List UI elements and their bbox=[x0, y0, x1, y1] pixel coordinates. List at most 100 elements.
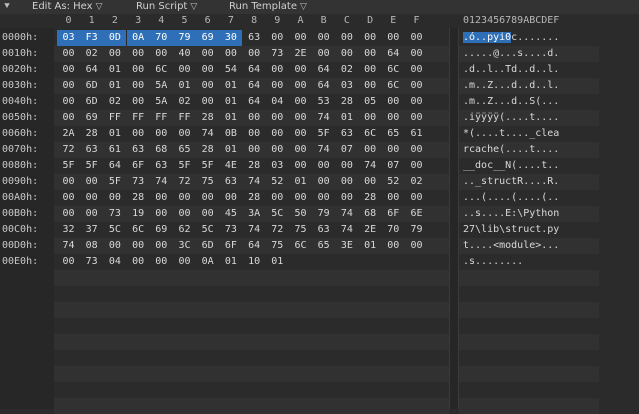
hex-byte[interactable]: 28 bbox=[196, 110, 219, 126]
hex-byte[interactable]: 69 bbox=[196, 30, 220, 46]
hex-byte[interactable]: 00 bbox=[289, 190, 312, 206]
hex-byte[interactable]: 37 bbox=[80, 222, 103, 238]
hex-byte[interactable]: 00 bbox=[127, 126, 150, 142]
hex-byte[interactable]: 00 bbox=[219, 46, 242, 62]
ascii-text[interactable]: rcache(....t.... bbox=[463, 142, 559, 158]
hex-byte[interactable]: 00 bbox=[335, 46, 358, 62]
hex-byte[interactable]: 0B bbox=[219, 126, 242, 142]
hex-byte[interactable]: 00 bbox=[150, 254, 173, 270]
hex-byte[interactable]: 00 bbox=[103, 238, 126, 254]
hex-byte[interactable]: 65 bbox=[382, 126, 405, 142]
hex-byte[interactable]: 00 bbox=[57, 110, 80, 126]
ascii-text[interactable]: .m..Z...d..d..l. bbox=[463, 78, 559, 94]
hex-byte[interactable]: 00 bbox=[405, 142, 428, 158]
hex-byte[interactable]: 65 bbox=[173, 142, 196, 158]
hex-byte[interactable]: 01 bbox=[173, 78, 196, 94]
hex-byte[interactable]: 05 bbox=[359, 94, 382, 110]
hex-byte[interactable]: 00 bbox=[57, 174, 80, 190]
hex-byte[interactable]: 00 bbox=[266, 62, 289, 78]
hex-byte[interactable]: 03 bbox=[57, 30, 80, 46]
hex-byte[interactable]: 00 bbox=[57, 94, 80, 110]
hex-byte[interactable]: 6F bbox=[219, 238, 242, 254]
hex-byte[interactable]: 63 bbox=[243, 30, 266, 46]
hex-byte[interactable]: 52 bbox=[382, 174, 405, 190]
download-arrow-icon[interactable]: ⯆ bbox=[3, 1, 11, 12]
hex-byte[interactable]: 6F bbox=[382, 206, 405, 222]
hex-byte[interactable]: 00 bbox=[405, 94, 428, 110]
hex-byte[interactable]: 00 bbox=[312, 30, 335, 46]
hex-byte[interactable]: 00 bbox=[196, 62, 219, 78]
hex-byte[interactable]: 00 bbox=[150, 46, 173, 62]
hex-byte[interactable]: 6D bbox=[196, 238, 219, 254]
hex-byte[interactable]: 5F bbox=[173, 158, 196, 174]
hex-byte[interactable]: 00 bbox=[80, 206, 103, 222]
ascii-text[interactable]: .ó..pyi0c....... bbox=[463, 30, 559, 46]
hex-byte[interactable]: 00 bbox=[382, 110, 405, 126]
hex-byte[interactable]: 00 bbox=[57, 206, 80, 222]
hex-byte[interactable]: 02 bbox=[335, 62, 358, 78]
hex-byte[interactable]: 64 bbox=[243, 238, 266, 254]
hex-byte[interactable]: 00 bbox=[405, 238, 428, 254]
hex-byte[interactable]: 03 bbox=[266, 158, 289, 174]
hex-byte[interactable]: 00 bbox=[382, 30, 405, 46]
hex-byte[interactable]: 00 bbox=[243, 142, 266, 158]
hex-byte[interactable]: FF bbox=[150, 110, 173, 126]
hex-byte[interactable]: F3 bbox=[80, 30, 104, 46]
hex-byte[interactable]: 2E bbox=[359, 222, 382, 238]
hex-byte[interactable]: 00 bbox=[289, 62, 312, 78]
hex-byte[interactable]: 45 bbox=[219, 206, 242, 222]
hex-byte[interactable]: 00 bbox=[359, 142, 382, 158]
hex-byte[interactable]: 00 bbox=[150, 206, 173, 222]
hex-byte[interactable]: 61 bbox=[405, 126, 428, 142]
hex-byte[interactable]: 73 bbox=[127, 174, 150, 190]
hex-byte[interactable]: 00 bbox=[405, 30, 428, 46]
hex-byte[interactable]: 5A bbox=[150, 78, 173, 94]
hex-byte[interactable]: 07 bbox=[335, 142, 358, 158]
hex-byte[interactable]: 00 bbox=[196, 46, 219, 62]
hex-byte[interactable]: 00 bbox=[103, 190, 126, 206]
hex-byte[interactable]: FF bbox=[127, 110, 150, 126]
ascii-text[interactable]: ..s....E:\Python bbox=[463, 206, 559, 222]
hex-byte[interactable]: 00 bbox=[196, 206, 219, 222]
hex-byte[interactable]: 50 bbox=[289, 206, 312, 222]
hex-byte[interactable]: 00 bbox=[127, 78, 150, 94]
hex-byte[interactable]: 00 bbox=[173, 254, 196, 270]
hex-byte[interactable]: 02 bbox=[405, 174, 428, 190]
hex-byte[interactable]: 6F bbox=[127, 158, 150, 174]
hex-byte[interactable]: 0D bbox=[103, 30, 127, 46]
hex-byte[interactable]: 08 bbox=[80, 238, 103, 254]
hex-byte[interactable]: 00 bbox=[219, 190, 242, 206]
hex-byte[interactable]: 73 bbox=[266, 46, 289, 62]
hex-byte[interactable]: 00 bbox=[80, 190, 103, 206]
hex-byte[interactable]: 3E bbox=[335, 238, 358, 254]
hex-byte[interactable]: 01 bbox=[219, 78, 242, 94]
hex-byte[interactable]: 63 bbox=[219, 174, 242, 190]
hex-byte[interactable]: 00 bbox=[359, 46, 382, 62]
hex-byte[interactable]: 00 bbox=[359, 78, 382, 94]
hex-byte[interactable] bbox=[359, 254, 382, 270]
hex-byte[interactable]: 00 bbox=[405, 62, 428, 78]
hex-byte[interactable]: 6C bbox=[127, 222, 150, 238]
hex-byte[interactable]: 00 bbox=[289, 158, 312, 174]
hex-byte[interactable]: 65 bbox=[312, 238, 335, 254]
hex-byte[interactable]: 74 bbox=[359, 158, 382, 174]
hex-byte[interactable]: 64 bbox=[382, 46, 405, 62]
hex-byte[interactable]: 5F bbox=[196, 158, 219, 174]
hex-byte[interactable] bbox=[312, 254, 335, 270]
hex-byte[interactable]: 00 bbox=[335, 190, 358, 206]
hex-byte[interactable]: 00 bbox=[359, 62, 382, 78]
run-script-dropdown[interactable]: Run Script ▽ bbox=[136, 1, 197, 13]
hex-byte[interactable]: 00 bbox=[359, 174, 382, 190]
hex-byte[interactable]: 5F bbox=[103, 174, 126, 190]
hex-byte[interactable]: 74 bbox=[150, 174, 173, 190]
hex-byte[interactable]: 00 bbox=[289, 110, 312, 126]
hex-byte[interactable]: 00 bbox=[312, 46, 335, 62]
hex-byte[interactable]: 69 bbox=[80, 110, 103, 126]
hex-byte[interactable]: 00 bbox=[289, 30, 312, 46]
hex-byte[interactable]: 00 bbox=[173, 126, 196, 142]
hex-byte[interactable]: 75 bbox=[196, 174, 219, 190]
hex-byte[interactable]: 4E bbox=[219, 158, 242, 174]
hex-byte[interactable]: 6C bbox=[382, 62, 405, 78]
hex-byte[interactable]: 00 bbox=[173, 62, 196, 78]
hex-byte[interactable]: 00 bbox=[103, 46, 126, 62]
